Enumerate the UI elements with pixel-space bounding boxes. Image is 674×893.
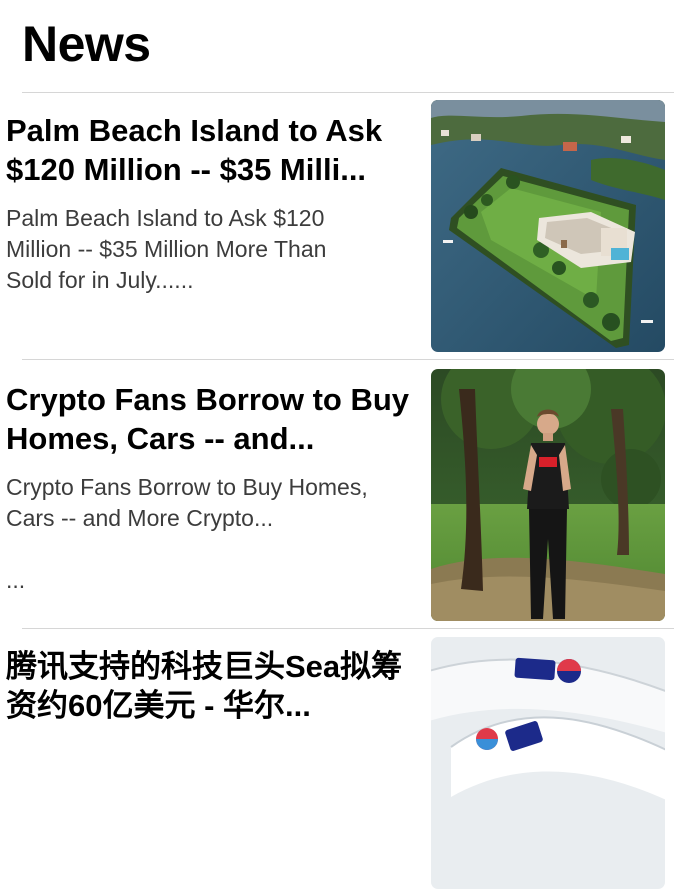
news-headline: Crypto Fans Borrow to Buy Homes, Cars --… [6, 382, 410, 456]
aerial-island-mansion-image [431, 100, 665, 352]
sea-logo-ribbon-image [431, 637, 665, 889]
man-standing-in-park-image [431, 369, 665, 621]
divider [22, 92, 674, 93]
news-thumbnail[interactable] [431, 637, 665, 889]
news-summary: Palm Beach Island to Ask $120 Million --… [6, 205, 327, 293]
news-headline: Palm Beach Island to Ask $120 Million --… [6, 113, 383, 187]
news-summary: Crypto Fans Borrow to Buy Homes, Cars --… [6, 474, 368, 593]
divider [22, 628, 674, 629]
divider [22, 359, 674, 360]
news-item[interactable]: Crypto Fans Borrow to Buy Homes, Cars --… [0, 369, 674, 625]
news-headline: 腾讯支持的科技巨头Sea拟筹资约60亿美元 - 华尔... [6, 649, 403, 723]
page-title: News [22, 16, 151, 72]
news-thumbnail[interactable] [431, 100, 665, 352]
news-thumbnail[interactable] [431, 369, 665, 621]
news-item[interactable]: 腾讯支持的科技巨头Sea拟筹资约60亿美元 - 华尔... [0, 637, 674, 893]
news-item[interactable]: Palm Beach Island to Ask $120 Million --… [0, 100, 674, 356]
